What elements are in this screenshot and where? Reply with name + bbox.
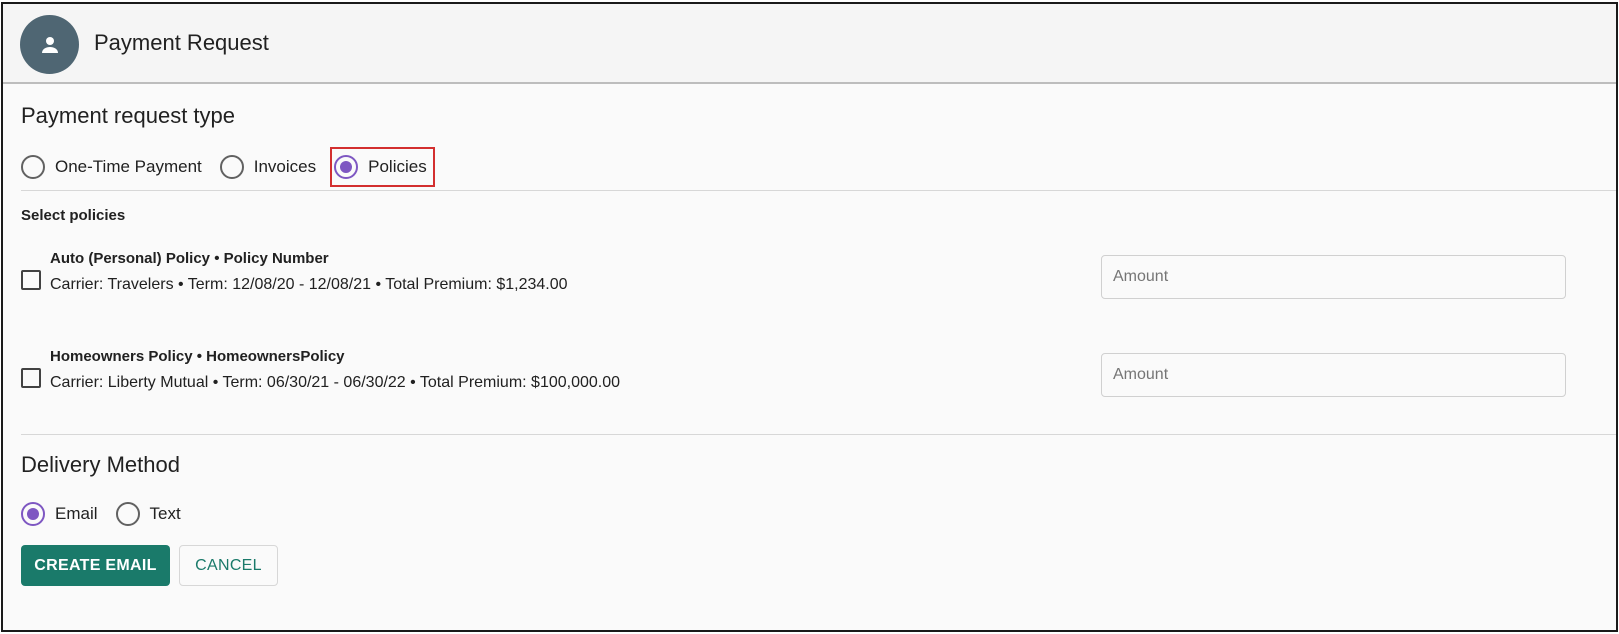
divider [21, 434, 1616, 435]
policy-row-homeowners: Homeowners Policy • HomeownersPolicy Car… [21, 348, 1616, 418]
page-title: Payment Request [94, 30, 269, 55]
radio-email[interactable]: Email [21, 496, 102, 532]
payment-request-panel: Payment Request Payment request type One… [1, 2, 1618, 632]
radio-label: One-Time Payment [55, 157, 202, 176]
radio-text[interactable]: Text [115, 496, 185, 532]
delivery-method-heading: Delivery Method [21, 452, 180, 477]
radio-label: Text [149, 504, 181, 523]
radio-invoices[interactable]: Invoices [219, 149, 320, 185]
radio-button[interactable] [21, 155, 45, 179]
create-email-button[interactable]: CREATE EMAIL [21, 545, 170, 586]
policy-checkbox[interactable] [21, 368, 41, 388]
radio-label: Policies [368, 157, 427, 176]
radio-button-selected[interactable] [334, 155, 359, 179]
policy-details: Carrier: Liberty Mutual • Term: 06/30/21… [50, 374, 621, 391]
radio-one-time-payment[interactable]: One-Time Payment [21, 149, 206, 185]
delivery-method-radio-group: Email Text [21, 496, 199, 532]
radio-button-selected[interactable] [21, 502, 45, 526]
divider [21, 190, 1616, 191]
request-type-heading: Payment request type [21, 103, 236, 128]
select-policies-heading: Select policies [21, 207, 126, 224]
cancel-button[interactable]: CANCEL [179, 545, 278, 586]
avatar [20, 15, 79, 74]
radio-label: Email [55, 504, 98, 523]
panel-header: Payment Request [3, 4, 1616, 84]
policy-checkbox[interactable] [21, 270, 41, 290]
radio-policies[interactable]: Policies [330, 147, 435, 187]
policy-row-auto: Auto (Personal) Policy • Policy Number C… [21, 250, 1616, 320]
person-icon [41, 36, 58, 53]
request-type-radio-group: One-Time Payment Invoices Policies [21, 147, 447, 187]
policy-details: Carrier: Travelers • Term: 12/08/20 - 12… [50, 276, 568, 293]
policy-title: Homeowners Policy • HomeownersPolicy [50, 348, 345, 365]
radio-button[interactable] [219, 155, 244, 179]
policy-title: Auto (Personal) Policy • Policy Number [50, 250, 329, 267]
amount-input[interactable] [1101, 255, 1566, 299]
amount-input[interactable] [1101, 353, 1566, 397]
radio-label: Invoices [253, 157, 317, 176]
radio-button[interactable] [115, 502, 140, 526]
